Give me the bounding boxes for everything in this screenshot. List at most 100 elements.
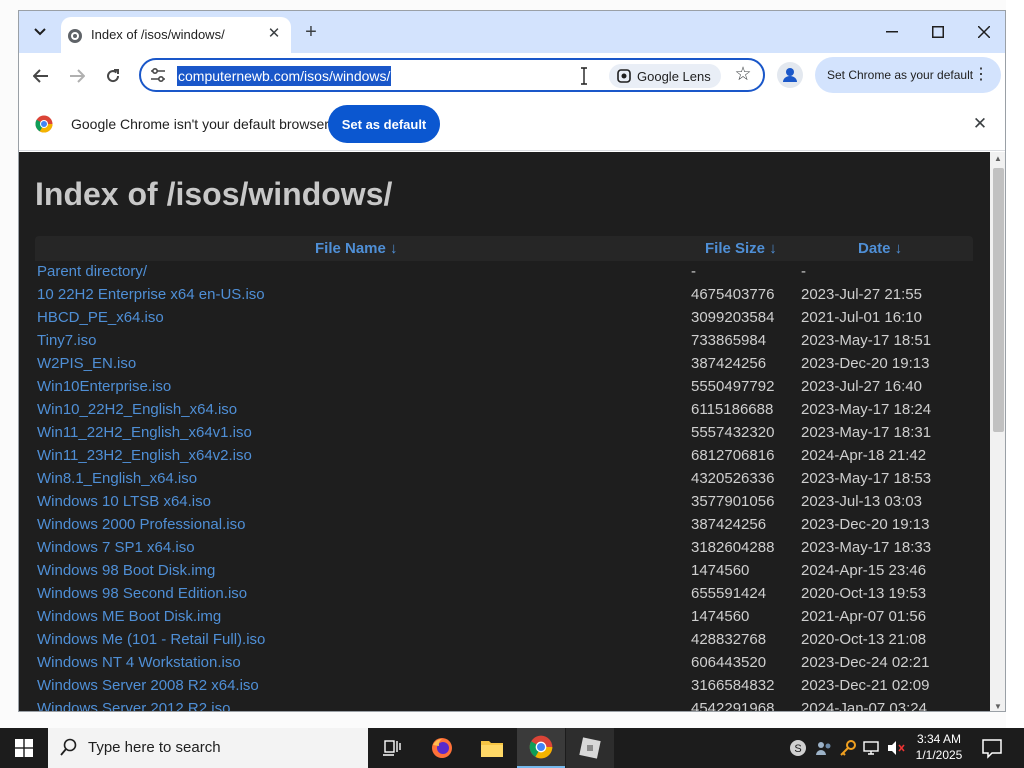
table-row: Windows Server 2012 R2.iso 4542291968 2024… (35, 698, 973, 712)
file-date: 2024-Jan-07 03:24 (801, 700, 927, 712)
forward-button[interactable] (63, 62, 91, 90)
file-date: 2023-May-17 18:31 (801, 424, 932, 441)
table-row: Win11_22H2_English_x64v1.iso 5557432320 20… (35, 422, 973, 445)
file-name-link[interactable]: HBCD_PE_x64.iso (37, 309, 164, 326)
table-row: Win8.1_English_x64.iso 4320526336 2023-May… (35, 468, 973, 491)
taskbar-search[interactable]: Type here to search (48, 728, 368, 768)
file-date: 2023-May-17 18:24 (801, 401, 932, 418)
bookmark-star-icon[interactable]: ☆ (731, 64, 755, 88)
table-row: W2PIS_EN.iso 387424256 2023-Dec-20 19:13 (35, 353, 973, 376)
set-as-default-button[interactable]: Set as default (328, 105, 440, 143)
header-file-size[interactable]: File Size ↓ (705, 240, 777, 257)
file-name-link[interactable]: Windows Me (101 - Retail Full).iso (37, 631, 265, 648)
back-button[interactable] (27, 62, 55, 90)
maximize-button[interactable] (915, 17, 961, 47)
file-size: 3099203584 (691, 309, 775, 326)
table-row: Windows 10 LTSB x64.iso 3577901056 2023-Ju… (35, 491, 973, 514)
folder-icon (481, 741, 503, 757)
header-file-name[interactable]: File Name ↓ (315, 240, 398, 257)
chrome-icon (529, 735, 553, 759)
address-bar[interactable]: computernewb.com/isos/windows/ Google Le… (139, 58, 765, 92)
file-name-link[interactable]: Windows ME Boot Disk.img (37, 608, 221, 625)
file-size: 428832768 (691, 631, 767, 648)
firefox-icon (432, 738, 452, 758)
file-name-link[interactable]: Win8.1_English_x64.iso (37, 470, 197, 487)
table-row: Tiny7.iso 733865984 2023-May-17 18:51 (35, 330, 973, 353)
tab-title: Index of /isos/windows/ (91, 27, 225, 42)
file-name-link[interactable]: Win11_23H2_English_x64v2.iso (37, 447, 252, 464)
file-name-link[interactable]: W2PIS_EN.iso (37, 355, 136, 372)
lens-icon (617, 69, 631, 83)
skype-icon[interactable]: S (788, 738, 808, 758)
volume-muted-icon[interactable] (886, 738, 906, 758)
tab-search-button[interactable] (27, 19, 53, 45)
text-cursor-icon (581, 67, 587, 85)
file-date: 2023-Dec-20 19:13 (801, 355, 930, 372)
table-row: HBCD_PE_x64.iso 3099203584 2021-Jul-01 16:… (35, 307, 973, 330)
network-icon[interactable] (862, 738, 882, 758)
file-size: 6812706816 (691, 447, 775, 464)
file-date: 2023-Dec-24 02:21 (801, 654, 930, 671)
task-view-button[interactable] (368, 728, 416, 768)
more-menu-icon[interactable]: ⋮ (973, 64, 989, 86)
key-icon[interactable] (838, 738, 858, 758)
chrome-taskbar-button[interactable] (517, 728, 565, 768)
close-icon (978, 26, 990, 38)
table-row: Windows 98 Second Edition.iso 655591424 20… (35, 583, 973, 606)
start-button[interactable] (0, 728, 48, 768)
scroll-down-icon[interactable]: ▼ (994, 702, 1002, 711)
file-name-link[interactable]: Windows 98 Second Edition.iso (37, 585, 247, 602)
google-lens-button[interactable]: Google Lens (609, 64, 721, 88)
file-explorer-taskbar-button[interactable] (468, 728, 516, 768)
firefox-taskbar-button[interactable] (418, 728, 466, 768)
file-name-link[interactable]: Windows Server 2012 R2.iso (37, 700, 230, 711)
file-name-link[interactable]: Windows Server 2008 R2 x64.iso (37, 677, 259, 694)
table-row: Windows 98 Boot Disk.img 1474560 2024-Apr-… (35, 560, 973, 583)
header-date[interactable]: Date ↓ (858, 240, 902, 257)
google-lens-label: Google Lens (637, 68, 711, 84)
file-name-link[interactable]: Windows NT 4 Workstation.iso (37, 654, 241, 671)
tab-active[interactable]: Index of /isos/windows/ ✕ (61, 17, 291, 53)
table-row: Windows 7 SP1 x64.iso 3182604288 2023-May-… (35, 537, 973, 560)
close-window-button[interactable] (961, 17, 1005, 47)
file-date: 2023-Dec-21 02:09 (801, 677, 930, 694)
new-tab-button[interactable]: + (299, 21, 323, 45)
file-name-link[interactable]: Win10_22H2_English_x64.iso (37, 401, 237, 418)
notification-icon[interactable] (980, 736, 1004, 760)
close-infobar-icon[interactable]: ✕ (969, 113, 991, 135)
page-content: Index of /isos/windows/ File Name ↓ File… (19, 152, 990, 712)
file-date: 2021-Jul-01 16:10 (801, 309, 922, 326)
site-info-icon[interactable] (149, 66, 167, 84)
scroll-up-icon[interactable]: ▲ (994, 154, 1002, 163)
scroll-thumb[interactable] (993, 168, 1004, 432)
file-date: - (801, 263, 806, 280)
file-name-link[interactable]: Tiny7.iso (37, 332, 96, 349)
minimize-icon (886, 31, 898, 33)
file-name-link[interactable]: Parent directory/ (37, 263, 147, 280)
file-name-link[interactable]: Windows 10 LTSB x64.iso (37, 493, 211, 510)
vertical-scrollbar[interactable]: ▲ ▼ (990, 152, 1005, 711)
reload-button[interactable] (99, 62, 127, 90)
table-row: Windows ME Boot Disk.img 1474560 2021-Apr-… (35, 606, 973, 629)
person-icon (783, 68, 797, 82)
file-name-link[interactable]: Win10Enterprise.iso (37, 378, 171, 395)
network-people-icon[interactable] (814, 738, 834, 758)
file-size: 4675403776 (691, 286, 775, 303)
file-size: 387424256 (691, 355, 767, 372)
file-name-link[interactable]: Win11_22H2_English_x64v1.iso (37, 424, 252, 441)
chrome-logo-icon (35, 115, 53, 133)
profile-button[interactable] (777, 62, 803, 88)
file-date: 2024-Apr-15 23:46 (801, 562, 927, 579)
close-tab-icon[interactable]: ✕ (265, 25, 283, 43)
url-text[interactable]: computernewb.com/isos/windows/ (177, 66, 392, 86)
file-name-link[interactable]: Windows 98 Boot Disk.img (37, 562, 215, 579)
app-taskbar-button[interactable] (566, 728, 614, 768)
file-size: 3577901056 (691, 493, 775, 510)
file-name-link[interactable]: Windows 7 SP1 x64.iso (37, 539, 195, 556)
minimize-button[interactable] (869, 17, 915, 47)
set-chrome-default-chip[interactable]: Set Chrome as your default ⋮ (815, 57, 1001, 93)
file-name-link[interactable]: 10 22H2 Enterprise x64 en-US.iso (37, 286, 265, 303)
table-row: Win11_23H2_English_x64v2.iso 6812706816 20… (35, 445, 973, 468)
taskbar-clock[interactable]: 3:34 AM 1/1/2025 (912, 731, 966, 763)
file-name-link[interactable]: Windows 2000 Professional.iso (37, 516, 245, 533)
